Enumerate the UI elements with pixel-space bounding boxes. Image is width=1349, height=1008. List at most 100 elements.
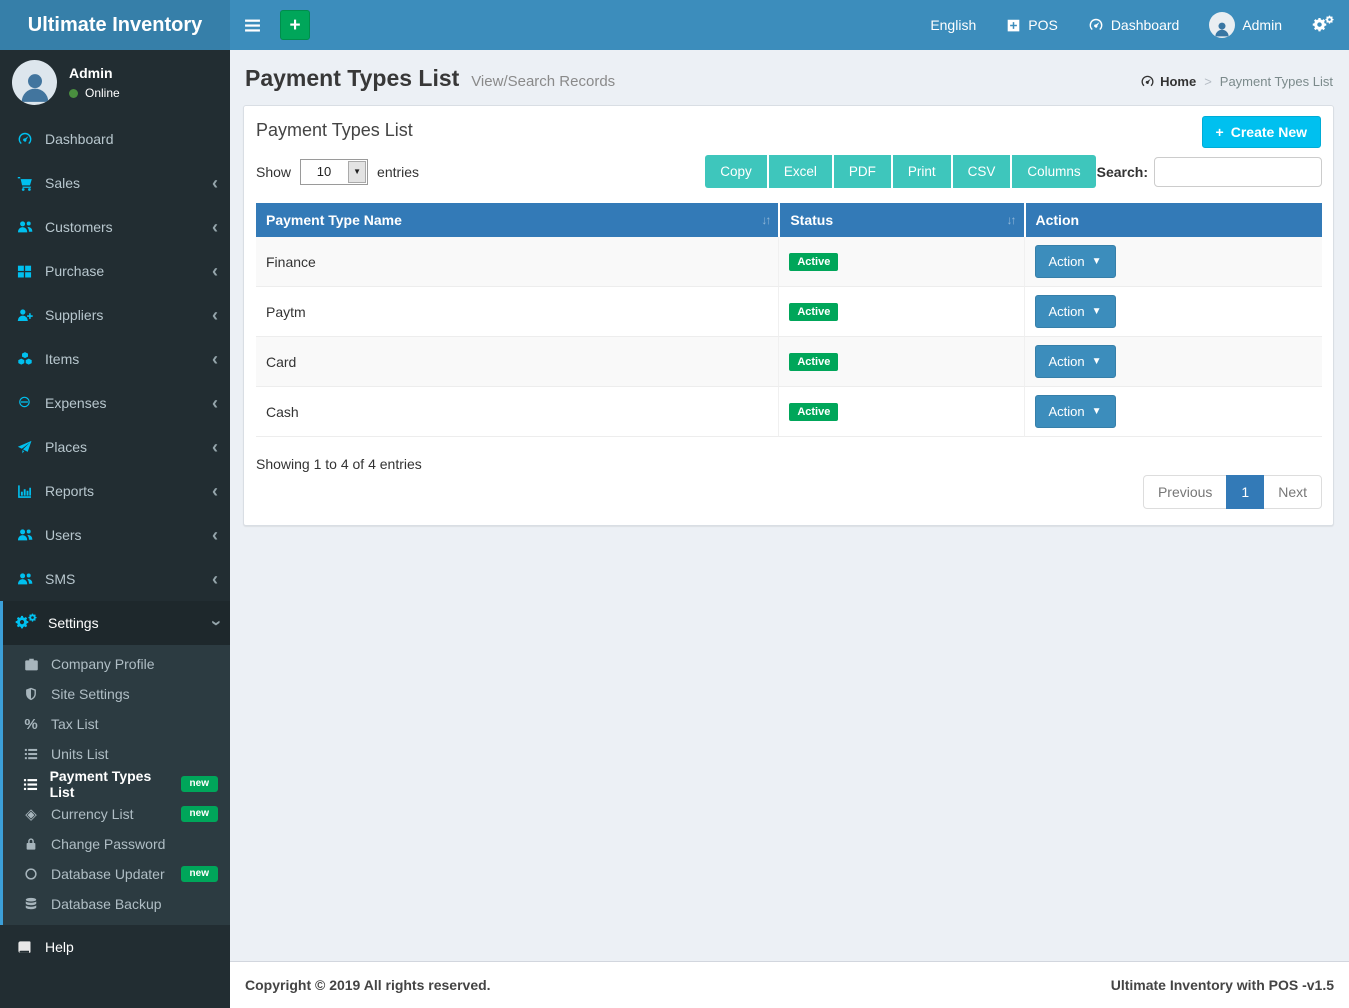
create-new-button[interactable]: + Create New [1202,116,1321,148]
payment-types-table: Payment Type Name ↓↑ Status ↓↑ Action [256,203,1322,437]
sidebar-item-places[interactable]: Places‹ [0,425,230,469]
breadcrumb: Home > Payment Types List [1140,74,1333,89]
action-dropdown-button[interactable]: Action▼ [1035,395,1116,428]
submenu-item-tax-list[interactable]: % Tax List [3,709,230,739]
new-badge: new [181,866,218,882]
content-header: Payment Types List View/Search Records H… [230,50,1349,105]
print-button[interactable]: Print [893,155,951,188]
sidebar-item-settings[interactable]: Settings ‹ [3,601,230,645]
columns-button[interactable]: Columns [1012,155,1095,188]
breadcrumb-separator: > [1204,74,1212,89]
user-avatar [1209,12,1235,38]
user-status: Online [69,86,120,100]
language-menu[interactable]: English [915,0,991,50]
sidebar-item-suppliers[interactable]: Suppliers‹ [0,293,230,337]
panel-header: Payment Types List + Create New [244,106,1333,149]
column-header-payment-type-name[interactable]: Payment Type Name ↓↑ [256,203,778,237]
copyright-text: Copyright © 2019 All rights reserved. [245,977,491,993]
copy-button[interactable]: Copy [705,155,767,188]
database-icon [22,897,40,911]
status-badge: Active [789,253,838,271]
payment-type-name-cell: Card [256,337,778,387]
chevron-left-icon: ‹ [212,174,218,192]
app-logo[interactable]: Ultimate Inventory [0,0,230,50]
cubes-icon [15,351,34,367]
version-text: Ultimate Inventory with POS -v1.5 [1111,977,1334,993]
sidebar-item-dashboard[interactable]: Dashboard [0,117,230,161]
page-footer: Copyright © 2019 All rights reserved. Ul… [230,961,1349,1008]
entries-label: entries [377,164,419,180]
caret-down-icon: ▼ [1092,356,1102,367]
book-icon [15,940,34,955]
users-icon [15,219,34,235]
submenu-item-company-profile[interactable]: Company Profile [3,649,230,679]
table-row: Cash Active Action▼ [256,387,1322,437]
status-badge: Active [789,403,838,421]
pdf-button[interactable]: PDF [834,155,891,188]
column-header-status[interactable]: Status ↓↑ [778,203,1023,237]
previous-page-button[interactable]: Previous [1143,475,1227,509]
entries-select[interactable]: 10 ▼ [300,159,368,185]
sidebar-item-expenses[interactable]: ⊖ Expenses‹ [0,381,230,425]
user-plus-icon [15,307,34,323]
csv-button[interactable]: CSV [953,155,1011,188]
chevron-left-icon: ‹ [212,570,218,588]
action-dropdown-button[interactable]: Action▼ [1035,295,1116,328]
column-header-action: Action [1024,203,1323,237]
submenu-item-database-updater[interactable]: Database Updater new [3,859,230,889]
chevron-left-icon: ‹ [212,262,218,280]
caret-down-icon: ▼ [1092,256,1102,267]
chevron-left-icon: ‹ [212,394,218,412]
caret-down-icon: ▼ [1092,406,1102,417]
payment-type-name-cell: Finance [256,237,778,287]
sidebar-item-reports[interactable]: Reports‹ [0,469,230,513]
users-icon [15,527,34,543]
settings-menu[interactable] [1297,0,1349,50]
chevron-down-icon: ‹ [212,614,218,632]
excel-button[interactable]: Excel [769,155,832,188]
chevron-left-icon: ‹ [212,526,218,544]
user-menu[interactable]: Admin [1194,0,1297,50]
navbar: + English POS Dashboard Admin [230,0,1349,50]
pos-link[interactable]: POS [991,0,1073,50]
entries-select-value: 10 [301,160,347,184]
sidebar-menu: Dashboard Sales‹ Customers‹ Purchase‹ Su… [0,117,230,969]
shield-icon [22,687,40,701]
next-page-button[interactable]: Next [1263,475,1322,509]
main-content: Payment Types List View/Search Records H… [230,50,1349,1008]
search-label: Search: [1097,164,1148,180]
user-name: Admin [69,65,120,81]
submenu-item-database-backup[interactable]: Database Backup [3,889,230,919]
sidebar-item-customers[interactable]: Customers‹ [0,205,230,249]
action-dropdown-button[interactable]: Action▼ [1035,345,1116,378]
submenu-item-currency-list[interactable]: ◈ Currency List new [3,799,230,829]
tachometer-icon [15,131,34,147]
submenu-item-units-list[interactable]: Units List [3,739,230,769]
breadcrumb-home[interactable]: Home [1140,74,1196,89]
quick-add-button[interactable]: + [280,10,310,40]
dashboard-link[interactable]: Dashboard [1073,0,1195,50]
submenu-item-change-password[interactable]: Change Password [3,829,230,859]
submenu-item-site-settings[interactable]: Site Settings [3,679,230,709]
navbar-right-menu: English POS Dashboard Admin [915,0,1349,50]
sidebar-item-purchase[interactable]: Purchase‹ [0,249,230,293]
hamburger-icon [244,17,261,34]
sidebar-user-panel: Admin Online [0,50,230,117]
page-length-control: Show 10 ▼ entries [256,159,419,185]
sidebar-item-sms[interactable]: SMS‹ [0,557,230,601]
page-1-button[interactable]: 1 [1226,475,1264,509]
action-dropdown-button[interactable]: Action▼ [1035,245,1116,278]
sidebar-item-items[interactable]: Items‹ [0,337,230,381]
submenu-item-payment-types-list[interactable]: Payment Types List new [3,769,230,799]
sidebar-item-sales[interactable]: Sales‹ [0,161,230,205]
payment-type-name-cell: Paytm [256,287,778,337]
table-row: Finance Active Action▼ [256,237,1322,287]
search-input[interactable] [1154,157,1322,187]
user-avatar [12,60,57,105]
sidebar-toggle-button[interactable] [230,0,275,50]
sidebar-item-users[interactable]: Users‹ [0,513,230,557]
new-badge: new [181,776,218,792]
show-label: Show [256,164,291,180]
sidebar-item-help[interactable]: Help [0,925,230,969]
plus-square-icon [1006,18,1021,33]
